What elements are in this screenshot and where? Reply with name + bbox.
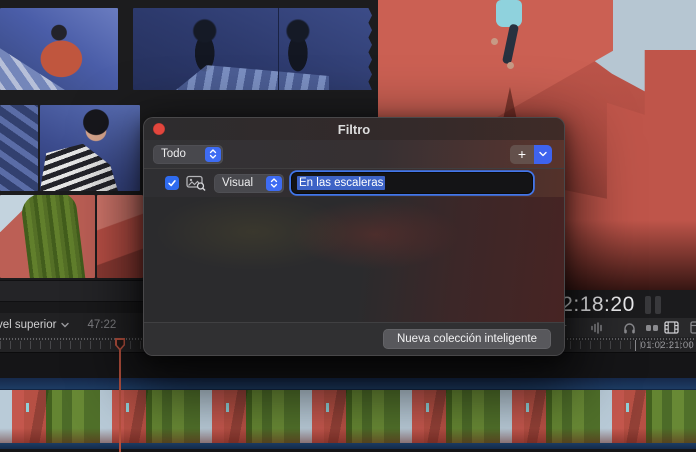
popup-chevrons-icon <box>205 147 221 162</box>
final-cut-pro-window: vel superior 47:22 02:18:20 0 <box>0 0 696 452</box>
browser-thumbnail-cactus[interactable] <box>0 195 95 278</box>
media-search-icon <box>186 175 206 191</box>
selected-text: En las escaleras <box>297 176 385 190</box>
audio-meter-left[interactable] <box>645 296 651 314</box>
popup-chevrons-icon <box>266 176 282 191</box>
dialog-title-bar[interactable]: Filtro <box>144 118 564 140</box>
scope-popup-button[interactable]: Todo <box>153 145 223 164</box>
browser-thumbnail-floral-shirt-person[interactable] <box>133 8 372 90</box>
browser-thumbnail-blue-stairs[interactable] <box>0 105 38 191</box>
dialog-title: Filtro <box>338 122 371 137</box>
close-button[interactable] <box>153 123 165 135</box>
snapping-icon[interactable] <box>644 320 660 335</box>
clip-filmstrip <box>0 390 696 443</box>
timeline-clip-cactus[interactable] <box>0 378 696 449</box>
viewer-person-hand <box>507 62 514 69</box>
playhead-line[interactable] <box>119 341 121 452</box>
clip-bottom-border <box>0 443 696 449</box>
browser-thumbnail-red-shirt-person[interactable] <box>0 8 118 90</box>
add-rule-control: + <box>510 145 552 164</box>
solo-headphones-icon[interactable] <box>621 320 637 335</box>
filter-text-input[interactable]: En las escaleras <box>292 173 532 193</box>
dialog-empty-area <box>144 197 564 322</box>
scope-popup-value: Todo <box>161 148 186 160</box>
browser-thumbnail-red-architecture[interactable] <box>97 195 143 278</box>
viewer-person-hand <box>491 38 498 45</box>
clip-appearance-icon[interactable] <box>663 320 679 335</box>
dialog-footer-bar: Nueva colección inteligente <box>144 322 564 355</box>
timeline-breadcrumb[interactable]: vel superior <box>0 319 56 331</box>
clip-top-border <box>0 378 696 390</box>
add-rule-button[interactable]: + <box>510 145 534 164</box>
timeline-track-area <box>0 353 696 452</box>
audio-skimming-icon[interactable] <box>589 320 605 335</box>
project-duration: 47:22 <box>87 319 116 331</box>
new-smart-collection-button[interactable]: Nueva colección inteligente <box>383 329 551 349</box>
filter-dialog: Filtro Todo + <box>143 117 565 356</box>
add-rule-menu-button[interactable] <box>534 145 552 164</box>
index-panel-icon[interactable] <box>689 320 696 335</box>
filter-rule-row: Visual En las escaleras <box>144 169 564 197</box>
rule-type-popup-button[interactable]: Visual <box>214 174 284 193</box>
viewer-person <box>496 0 522 27</box>
rule-type-value: Visual <box>222 177 253 189</box>
chevron-down-icon[interactable] <box>61 322 69 328</box>
filter-scope-row: Todo + <box>144 140 564 168</box>
audio-meter-right[interactable] <box>655 296 661 314</box>
ruler-timecode-label: 01:02:21:00 <box>635 340 695 351</box>
rule-enabled-checkbox[interactable] <box>165 176 179 190</box>
browser-thumbnail-striped-selfie[interactable] <box>40 105 140 191</box>
